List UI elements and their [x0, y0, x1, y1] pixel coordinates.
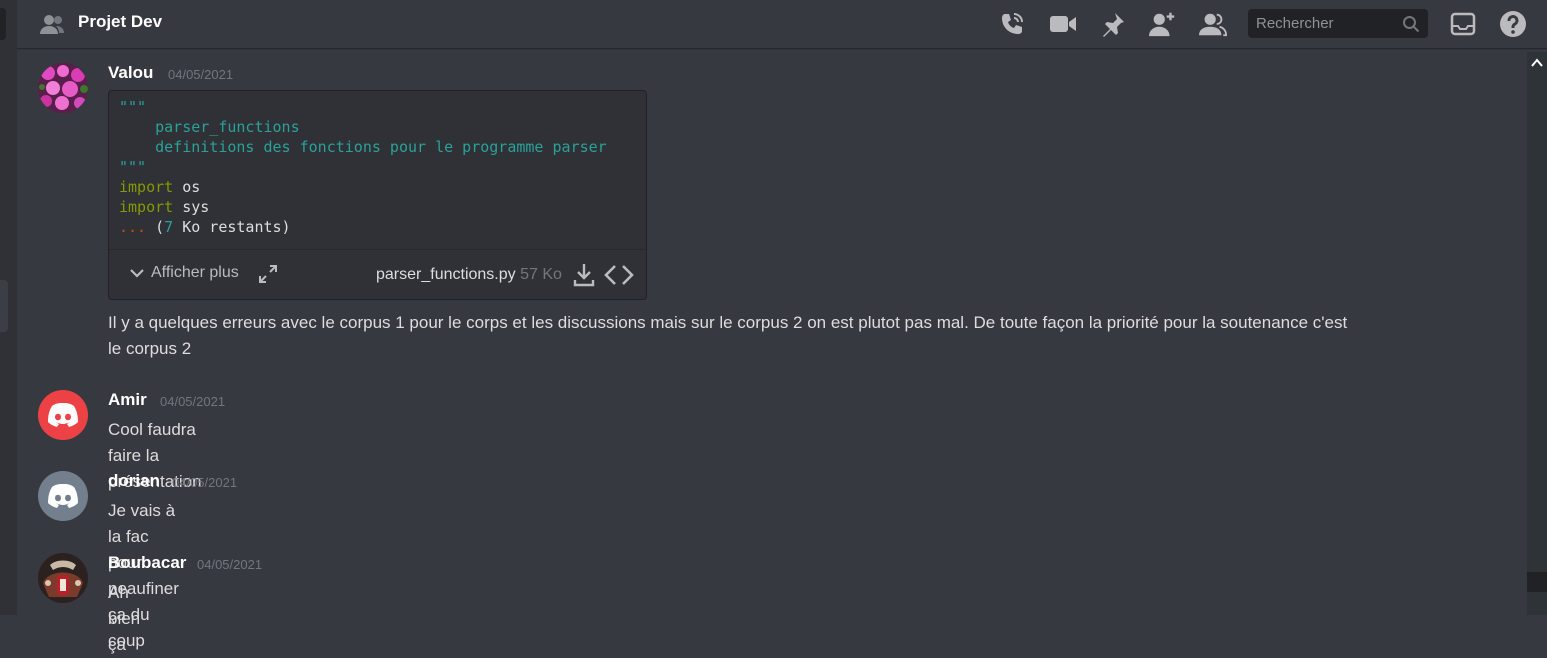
robot-avatar-image [38, 553, 88, 603]
code-line: parser_functions [119, 118, 300, 136]
video-icon [1050, 16, 1076, 32]
video-button[interactable] [1049, 10, 1077, 38]
timestamp: 04/05/2021 [160, 394, 226, 409]
search-input[interactable] [1248, 9, 1396, 38]
message-text: Ah bien ça [108, 583, 141, 654]
group-icon [40, 15, 64, 34]
code-line: """ [119, 158, 147, 176]
timestamp: 04/05/2021 [197, 557, 263, 572]
username[interactable]: Amir [108, 390, 147, 410]
rail-indicator [0, 8, 6, 40]
add-member-icon [1149, 12, 1175, 37]
code-keyword: import [119, 178, 174, 196]
avatar[interactable] [38, 63, 88, 113]
avatar[interactable] [38, 390, 88, 440]
scroll-up-icon[interactable] [1531, 58, 1543, 68]
timestamp: 04/05/2021 [172, 475, 238, 490]
chevron-down-icon [130, 269, 144, 278]
pin-icon [1103, 13, 1124, 37]
message-text-line: Il y a quelques erreurs avec le corpus 1… [108, 313, 1348, 332]
attachment-toolbar: Afficher plus parser_functions.py 57 Ko [109, 249, 646, 300]
username[interactable]: Valou [108, 63, 153, 83]
scroll-thumb[interactable] [1527, 572, 1547, 592]
discord-logo-icon [48, 484, 78, 508]
file-size: 57 Ko [520, 266, 562, 283]
rail-indicator [0, 280, 8, 332]
file-name-label: parser_functions.py [376, 266, 516, 283]
channel-header: Projet Dev [17, 0, 1547, 48]
search-icon [1403, 16, 1420, 33]
code-text: Ko restants) [173, 218, 291, 236]
pin-button[interactable] [1099, 10, 1127, 38]
members-button[interactable] [1199, 10, 1227, 38]
show-more-button[interactable]: Afficher plus [129, 264, 239, 282]
code-text: ( [146, 218, 165, 236]
code-number: 7 [164, 218, 174, 236]
message-text-line: le corpus 2 [108, 339, 192, 358]
avatar[interactable] [38, 471, 88, 521]
timestamp: 04/05/2021 [168, 67, 234, 82]
inbox-button[interactable] [1449, 10, 1477, 38]
code-text: os [173, 178, 201, 196]
username[interactable]: dorian [108, 471, 160, 491]
inbox-icon [1450, 12, 1476, 36]
fullscreen-icon[interactable] [258, 264, 278, 284]
channel-title: Projet Dev [78, 12, 163, 31]
add-member-button[interactable] [1149, 10, 1177, 38]
code-line: definitions des fonctions pour le progra… [119, 138, 607, 156]
username[interactable]: Boubacar [108, 553, 186, 573]
flower-avatar-image [38, 63, 88, 113]
call-button[interactable] [998, 10, 1026, 38]
server-rail [0, 0, 17, 615]
help-icon [1500, 11, 1526, 37]
code-icon[interactable] [604, 262, 634, 288]
code-preview: """ parser_functions definitions des fon… [119, 97, 607, 237]
code-keyword: import [119, 198, 174, 216]
show-more-label: Afficher plus [151, 264, 239, 281]
scrollbar[interactable] [1527, 52, 1547, 615]
code-text: sys [173, 198, 210, 216]
code-line: """ [119, 98, 147, 116]
code-attachment: """ parser_functions definitions des fon… [108, 90, 647, 300]
file-name[interactable]: parser_functions.py 57 Ko [376, 266, 562, 284]
message-content: Il y a quelques erreurs avec le corpus 1… [108, 310, 1508, 362]
code-ellipsis: ... [119, 218, 147, 236]
call-icon [1002, 13, 1023, 34]
avatar[interactable] [38, 553, 88, 603]
discord-logo-icon [48, 403, 78, 427]
download-icon[interactable] [572, 262, 596, 288]
search-box[interactable] [1248, 9, 1428, 38]
help-button[interactable] [1499, 10, 1527, 38]
members-icon [1199, 13, 1227, 37]
